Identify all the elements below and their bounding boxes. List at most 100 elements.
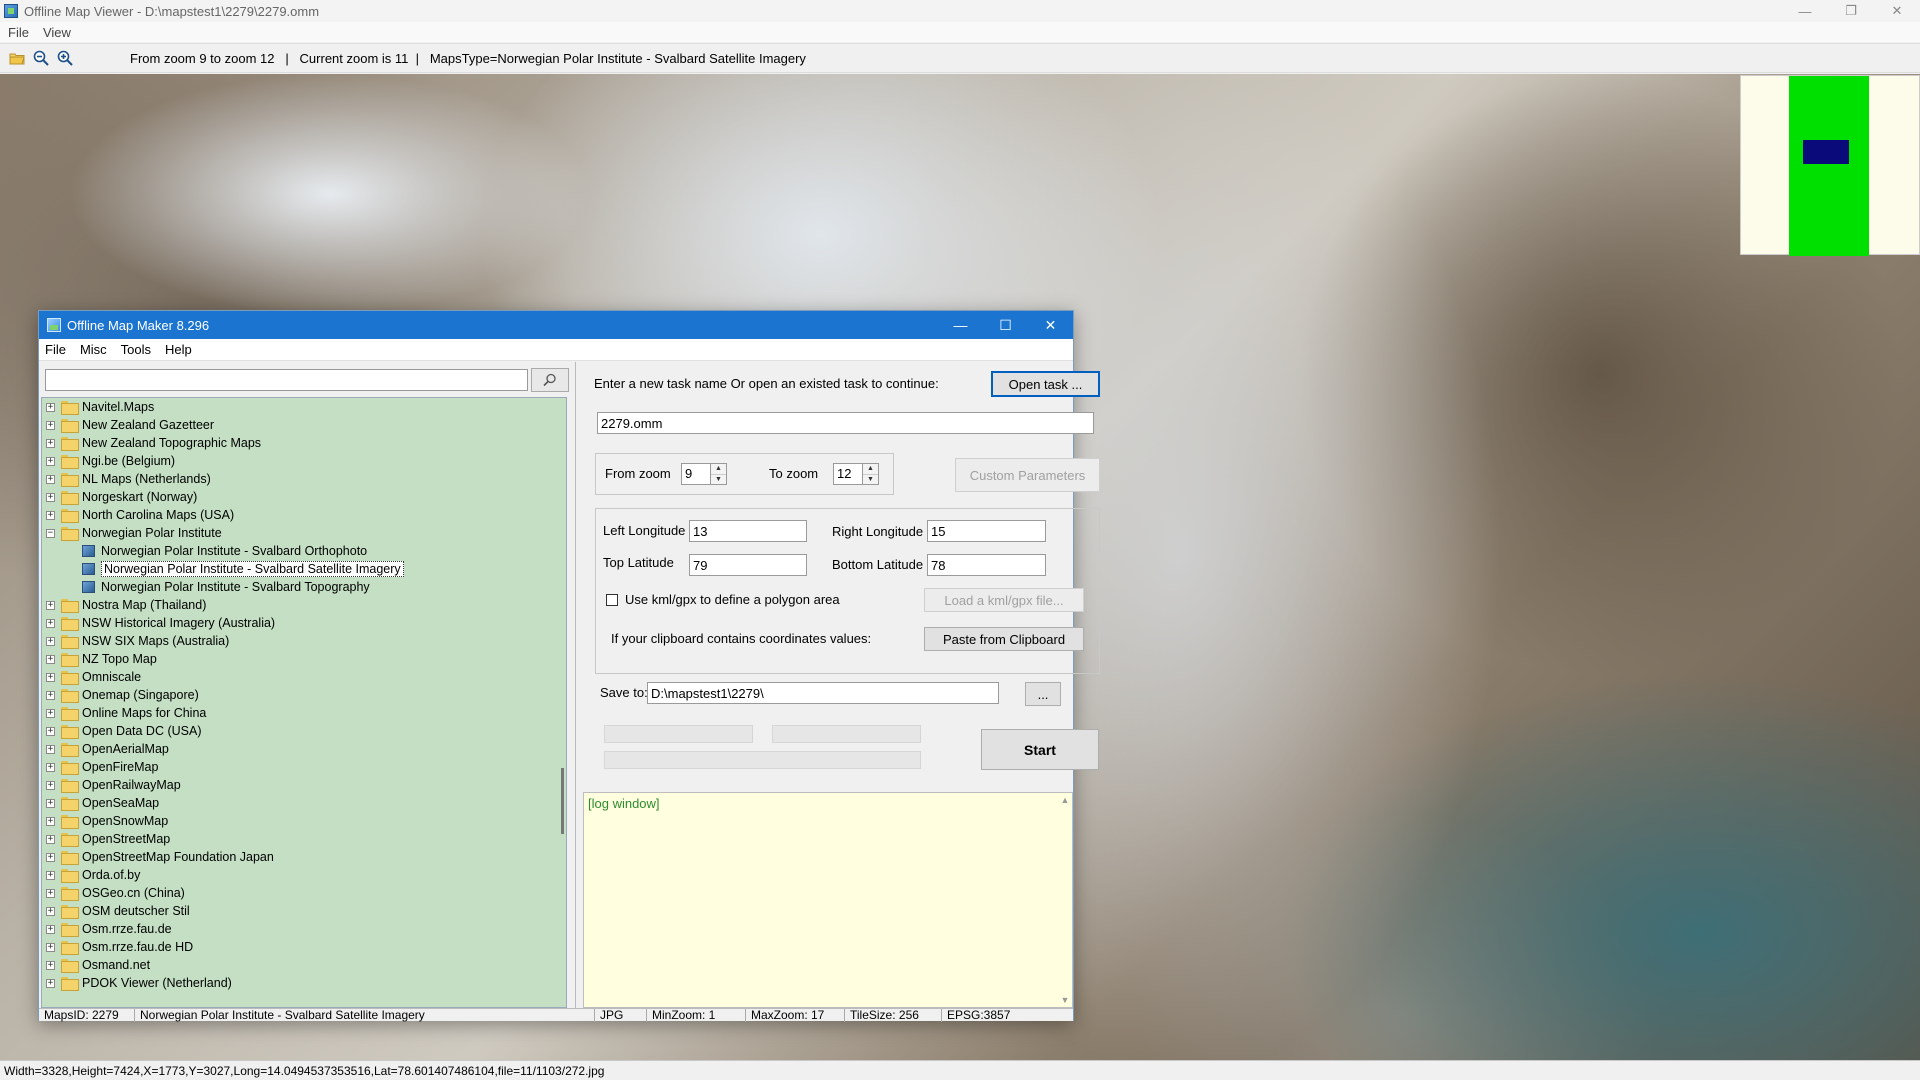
bottom-latitude-input[interactable] bbox=[927, 554, 1046, 576]
expand-icon[interactable]: + bbox=[46, 834, 55, 844]
tree-item[interactable]: + OpenAerialMap bbox=[42, 740, 566, 758]
dialog-maximize-icon[interactable]: ☐ bbox=[983, 311, 1028, 339]
zoom-in-icon[interactable] bbox=[54, 47, 76, 69]
dialog-menu-file[interactable]: File bbox=[45, 342, 66, 357]
expand-icon[interactable]: + bbox=[46, 888, 55, 898]
tree-item[interactable]: + OpenFireMap bbox=[42, 758, 566, 776]
expand-icon[interactable]: + bbox=[46, 852, 55, 862]
expand-icon[interactable]: + bbox=[46, 924, 55, 934]
dialog-close-icon[interactable]: ✕ bbox=[1028, 311, 1073, 339]
dialog-minimize-icon[interactable]: — bbox=[938, 311, 983, 339]
expand-icon[interactable]: + bbox=[46, 798, 55, 808]
tree-item[interactable]: + OpenStreetMap bbox=[42, 830, 566, 848]
map-source-tree[interactable]: + Navitel.Maps + New Zealand Gazetteer + New … bbox=[41, 397, 567, 1008]
spin-down-icon[interactable]: ▼ bbox=[711, 473, 726, 484]
use-kml-checkbox[interactable] bbox=[606, 594, 618, 606]
expand-icon[interactable]: + bbox=[46, 420, 55, 430]
expand-icon[interactable]: + bbox=[46, 744, 55, 754]
tree-item[interactable]: + OpenStreetMap Foundation Japan bbox=[42, 848, 566, 866]
tree-item[interactable]: + Nostra Map (Thailand) bbox=[42, 596, 566, 614]
expand-icon[interactable]: + bbox=[46, 906, 55, 916]
tree-item[interactable]: + NZ Topo Map bbox=[42, 650, 566, 668]
menu-file[interactable]: File bbox=[8, 25, 29, 40]
tree-scrollbar-thumb[interactable] bbox=[561, 768, 564, 834]
from-zoom-spinner[interactable]: 9 ▲ ▼ bbox=[681, 463, 727, 485]
tree-item[interactable]: + Osmand.net bbox=[42, 956, 566, 974]
custom-parameters-button[interactable]: Custom Parameters bbox=[955, 458, 1100, 492]
expand-icon[interactable]: + bbox=[46, 708, 55, 718]
tree-child-item[interactable]: Norwegian Polar Institute - Svalbard Sat… bbox=[42, 560, 566, 578]
spin-down-icon[interactable]: ▼ bbox=[863, 473, 878, 484]
open-folder-icon[interactable] bbox=[6, 47, 28, 69]
start-button[interactable]: Start bbox=[981, 729, 1099, 770]
expand-icon[interactable]: + bbox=[46, 870, 55, 880]
from-zoom-value[interactable]: 9 bbox=[681, 463, 711, 485]
dialog-menu-tools[interactable]: Tools bbox=[121, 342, 151, 357]
tree-item[interactable]: + New Zealand Topographic Maps bbox=[42, 434, 566, 452]
expand-icon[interactable]: + bbox=[46, 960, 55, 970]
log-scrollbar[interactable]: ▲ ▼ bbox=[1058, 793, 1072, 1007]
tree-item[interactable]: + Open Data DC (USA) bbox=[42, 722, 566, 740]
tree-item[interactable]: + OSM deutscher Stil bbox=[42, 902, 566, 920]
tree-child-item[interactable]: Norwegian Polar Institute - Svalbard Ort… bbox=[42, 542, 566, 560]
close-icon[interactable]: ✕ bbox=[1874, 0, 1920, 22]
tree-item[interactable]: + Osm.rrze.fau.de bbox=[42, 920, 566, 938]
tree-item[interactable]: + Online Maps for China bbox=[42, 704, 566, 722]
expand-icon[interactable]: + bbox=[46, 438, 55, 448]
overview-minimap[interactable] bbox=[1740, 75, 1920, 256]
overview-viewport-rect[interactable] bbox=[1803, 140, 1849, 164]
tree-item[interactable]: + Navitel.Maps bbox=[42, 398, 566, 416]
to-zoom-spinner[interactable]: 12 ▲ ▼ bbox=[833, 463, 879, 485]
task-name-input[interactable] bbox=[597, 412, 1094, 434]
tree-item[interactable]: + PDOK Viewer (Netherland) bbox=[42, 974, 566, 992]
tree-item[interactable]: + Osm.rrze.fau.de HD bbox=[42, 938, 566, 956]
tree-item[interactable]: + North Carolina Maps (USA) bbox=[42, 506, 566, 524]
tree-item[interactable]: + Omniscale bbox=[42, 668, 566, 686]
zoom-out-icon[interactable] bbox=[30, 47, 52, 69]
map-search-input[interactable] bbox=[45, 368, 529, 391]
load-kml-button[interactable]: Load a kml/gpx file... bbox=[924, 588, 1084, 612]
expand-icon[interactable]: + bbox=[46, 600, 55, 610]
tree-item[interactable]: + Onemap (Singapore) bbox=[42, 686, 566, 704]
search-button[interactable] bbox=[531, 367, 569, 392]
collapse-icon[interactable]: − bbox=[46, 528, 55, 538]
expand-icon[interactable]: + bbox=[46, 474, 55, 484]
open-task-button[interactable]: Open task ... bbox=[991, 371, 1100, 397]
expand-icon[interactable]: + bbox=[46, 726, 55, 736]
scroll-up-icon[interactable]: ▲ bbox=[1061, 795, 1070, 805]
to-zoom-value[interactable]: 12 bbox=[833, 463, 863, 485]
tree-item[interactable]: + NL Maps (Netherlands) bbox=[42, 470, 566, 488]
expand-icon[interactable]: + bbox=[46, 618, 55, 628]
tree-item[interactable]: + Norgeskart (Norway) bbox=[42, 488, 566, 506]
tree-item[interactable]: + Ngi.be (Belgium) bbox=[42, 452, 566, 470]
tree-item[interactable]: + New Zealand Gazetteer bbox=[42, 416, 566, 434]
top-latitude-input[interactable] bbox=[689, 554, 807, 576]
expand-icon[interactable]: + bbox=[46, 636, 55, 646]
right-longitude-input[interactable] bbox=[927, 520, 1046, 542]
expand-icon[interactable]: + bbox=[46, 654, 55, 664]
expand-icon[interactable]: + bbox=[46, 942, 55, 952]
expand-icon[interactable]: + bbox=[46, 510, 55, 520]
spin-up-icon[interactable]: ▲ bbox=[863, 464, 878, 474]
spin-up-icon[interactable]: ▲ bbox=[711, 464, 726, 474]
expand-icon[interactable]: + bbox=[46, 690, 55, 700]
save-path-input[interactable] bbox=[647, 682, 999, 704]
tree-item[interactable]: + OpenSnowMap bbox=[42, 812, 566, 830]
tree-item[interactable]: − Norwegian Polar Institute bbox=[42, 524, 566, 542]
tree-item[interactable]: + Orda.of.by bbox=[42, 866, 566, 884]
scroll-down-icon[interactable]: ▼ bbox=[1061, 995, 1070, 1005]
tree-item[interactable]: + OpenRailwayMap bbox=[42, 776, 566, 794]
expand-icon[interactable]: + bbox=[46, 780, 55, 790]
left-longitude-input[interactable] bbox=[689, 520, 807, 542]
expand-icon[interactable]: + bbox=[46, 456, 55, 466]
expand-icon[interactable]: + bbox=[46, 978, 55, 988]
expand-icon[interactable]: + bbox=[46, 762, 55, 772]
expand-icon[interactable]: + bbox=[46, 816, 55, 826]
tree-item[interactable]: + NSW SIX Maps (Australia) bbox=[42, 632, 566, 650]
minimize-icon[interactable]: — bbox=[1782, 0, 1828, 22]
restore-icon[interactable]: ❐ bbox=[1828, 0, 1874, 22]
expand-icon[interactable]: + bbox=[46, 402, 55, 412]
tree-item[interactable]: + OSGeo.cn (China) bbox=[42, 884, 566, 902]
dialog-menu-help[interactable]: Help bbox=[165, 342, 192, 357]
tree-item[interactable]: + OpenSeaMap bbox=[42, 794, 566, 812]
